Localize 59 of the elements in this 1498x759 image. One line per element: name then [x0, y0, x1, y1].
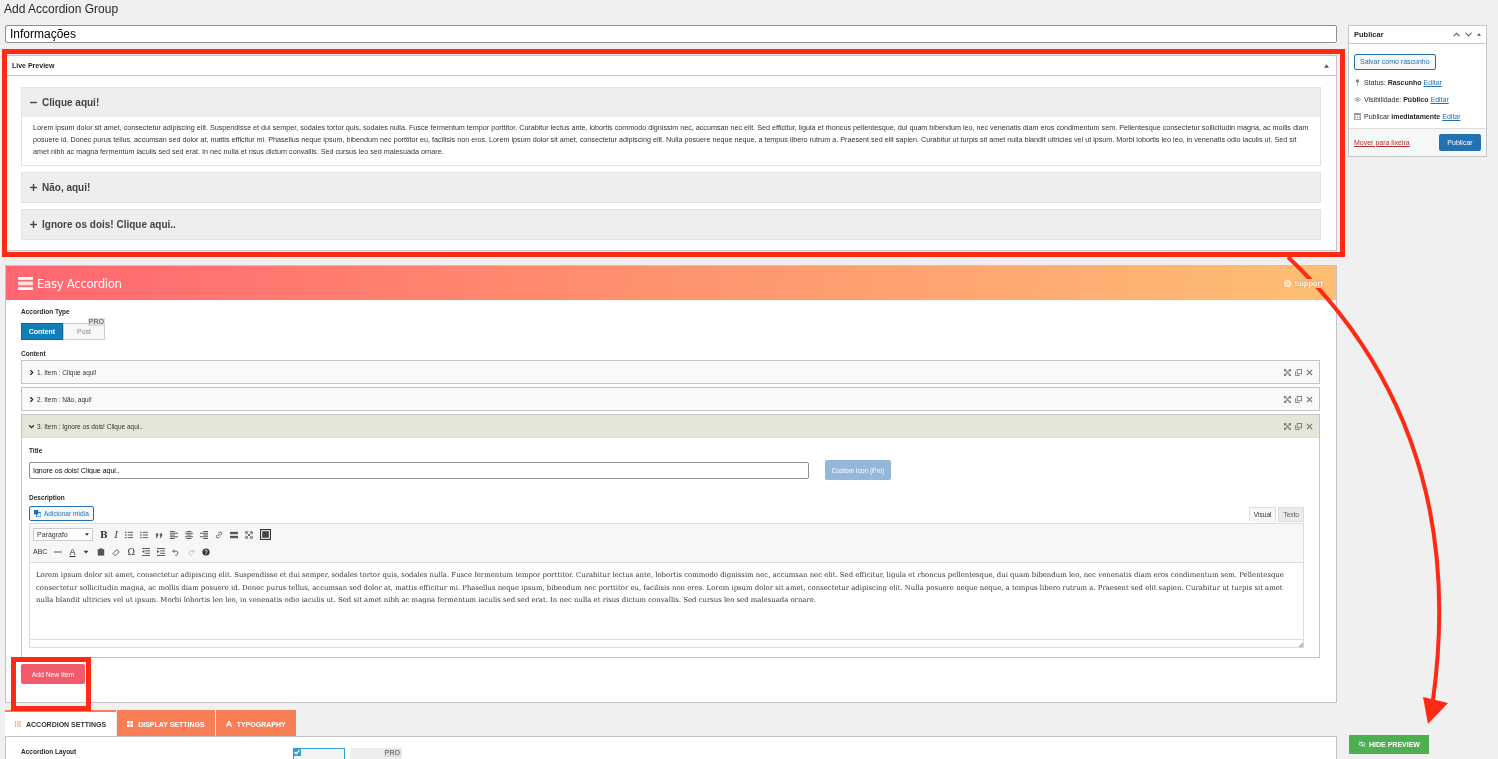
chevron-icon — [29, 369, 34, 375]
indent-icon[interactable] — [141, 547, 150, 556]
align-icon[interactable] — [200, 530, 209, 539]
help-icon[interactable] — [201, 547, 210, 556]
chevron-icon — [29, 423, 34, 429]
plus-icon — [30, 184, 37, 191]
checkmark-icon — [293, 748, 301, 756]
chevron-down-icon[interactable] — [1465, 32, 1472, 37]
clipboard-icon[interactable] — [97, 547, 106, 556]
calendar-icon — [1354, 112, 1361, 120]
accordion-logo-icon — [18, 276, 33, 290]
accordion-header[interactable]: Não, aqui! — [22, 173, 1320, 202]
title-field[interactable]: Informações — [5, 25, 1337, 43]
align-icon[interactable] — [170, 530, 179, 539]
copy-icon[interactable] — [1295, 422, 1302, 430]
plus-icon — [30, 221, 37, 228]
accordion-title: Clique aqui! — [42, 97, 100, 108]
link-icon[interactable] — [215, 530, 224, 539]
italic-button[interactable]: I — [114, 529, 119, 540]
fullscreen-icon[interactable] — [245, 530, 254, 539]
align-icon[interactable] — [185, 530, 194, 539]
read-more-icon[interactable] — [230, 530, 239, 539]
caret-icon — [85, 533, 89, 536]
expand-icon[interactable] — [1284, 422, 1291, 430]
lifebuoy-icon — [1284, 279, 1292, 287]
copy-icon[interactable] — [1295, 368, 1302, 376]
expand-icon[interactable] — [1284, 368, 1291, 376]
page-title: Add Accordion Group — [4, 2, 120, 18]
close-icon[interactable] — [1306, 395, 1313, 403]
undo-icon[interactable] — [171, 547, 180, 556]
resize-handle-icon[interactable] — [1298, 642, 1303, 647]
close-icon[interactable] — [1306, 368, 1313, 376]
text-color-button[interactable]: A — [69, 546, 76, 557]
list-icon[interactable] — [140, 530, 149, 539]
expand-icon[interactable] — [1284, 395, 1291, 403]
close-icon[interactable] — [1306, 422, 1313, 430]
pin-icon — [1354, 78, 1361, 86]
toolbar-toggle-icon[interactable] — [260, 529, 272, 540]
accordion-title: Não, aqui! — [42, 182, 91, 193]
eye-icon — [1354, 95, 1361, 103]
eye-slash-icon — [1358, 741, 1366, 747]
collapse-icon[interactable] — [1477, 33, 1481, 36]
collapse-icon[interactable] — [1324, 63, 1329, 68]
list-icon[interactable] — [125, 530, 134, 539]
eraser-icon[interactable] — [112, 547, 121, 556]
quote-icon[interactable] — [155, 530, 164, 539]
font-icon — [225, 721, 232, 727]
chevron-up-icon[interactable] — [1453, 32, 1460, 37]
copy-icon[interactable] — [1295, 395, 1302, 403]
bold-button[interactable]: B — [100, 529, 108, 540]
special-character-button[interactable]: Ω — [127, 546, 135, 557]
plugin-title: Easy Accordion — [37, 275, 122, 291]
accordion-title: Ignore os dois! Clique aqui.. — [42, 219, 176, 230]
grid-icon — [127, 721, 134, 727]
accordion-header[interactable]: Clique aqui! — [22, 88, 1320, 117]
chevron-icon — [29, 396, 34, 402]
media-icon — [34, 510, 41, 517]
indent-icon[interactable] — [156, 547, 165, 556]
accordion-header[interactable]: Ignore os dois! Clique aqui.. — [22, 210, 1320, 239]
